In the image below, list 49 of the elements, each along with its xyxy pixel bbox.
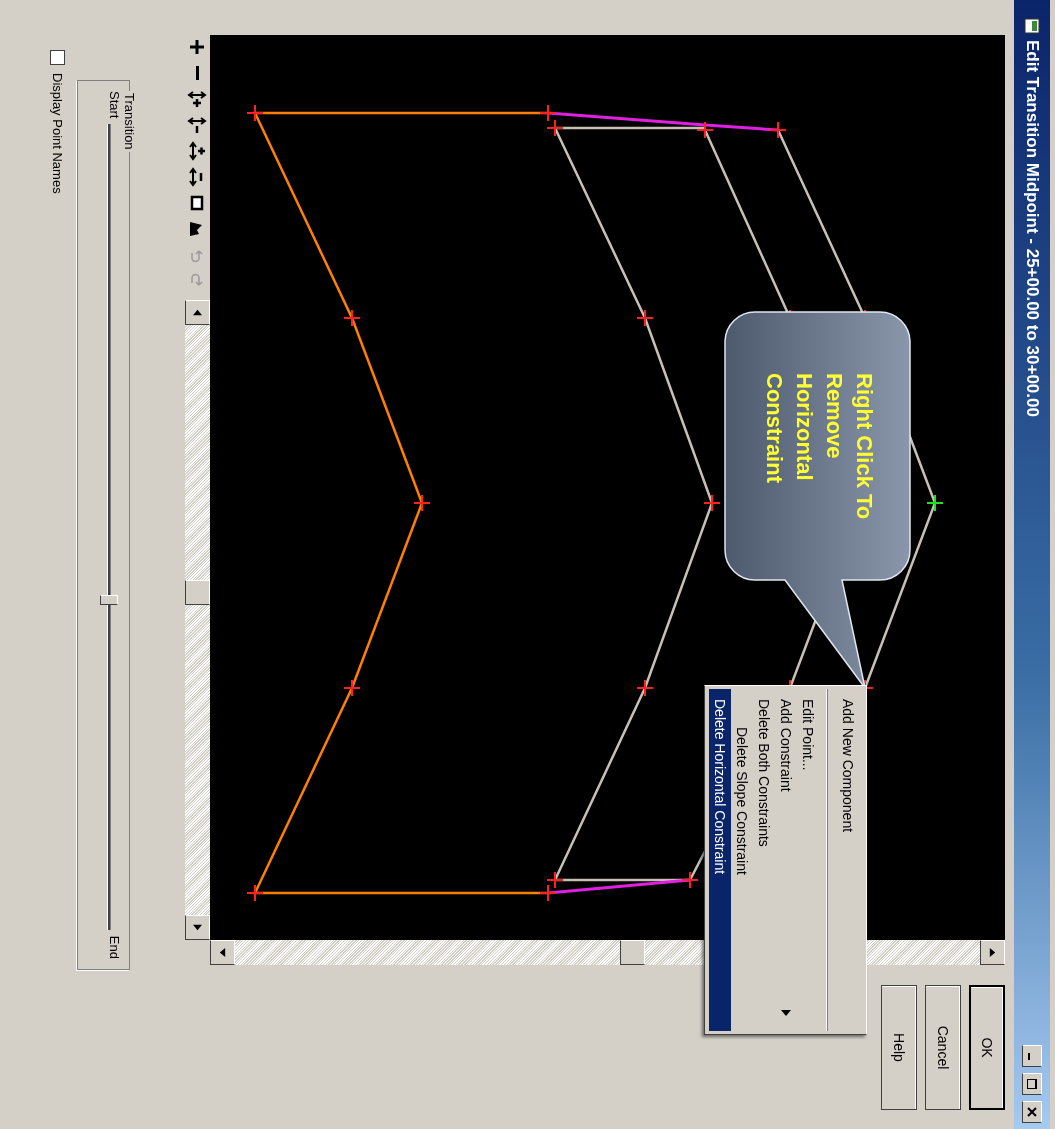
dialog-button[interactable]: Help: [881, 985, 917, 1110]
point-marker[interactable]: [246, 104, 264, 122]
callout-text: Right Click To Remove Horizontal Constraint: [761, 373, 878, 522]
window-icon: [1024, 18, 1040, 34]
menu-item[interactable]: Add New Component: [827, 689, 862, 1031]
dialog-button[interactable]: OK: [969, 985, 1005, 1110]
submenu-arrow-icon: [781, 1009, 791, 1017]
checkbox-label: Display Point Names: [50, 73, 65, 194]
scroll-up-button[interactable]: [980, 940, 1005, 965]
point-marker[interactable]: [343, 679, 361, 697]
scroll-down-button[interactable]: [210, 940, 235, 965]
menu-item[interactable]: Delete Horizontal Constraint: [709, 689, 731, 1031]
scroll-thumb[interactable]: [620, 940, 645, 965]
slider-thumb[interactable]: [100, 594, 118, 605]
menu-item[interactable]: Delete Both Constraints: [753, 689, 775, 1031]
group-legend: Transition: [122, 91, 137, 152]
minus-icon: [196, 66, 199, 80]
close-icon: [1027, 1107, 1037, 1117]
menu-item[interactable]: Delete Slope Constraint: [731, 689, 753, 1031]
point-marker[interactable]: [926, 494, 944, 512]
point-marker[interactable]: [636, 309, 654, 327]
minimize-button[interactable]: [1022, 1045, 1042, 1067]
point-marker[interactable]: [413, 494, 431, 512]
point-marker[interactable]: [343, 309, 361, 327]
dialog-button[interactable]: Cancel: [925, 985, 961, 1110]
scroll-thumb[interactable]: [185, 580, 210, 605]
point-marker[interactable]: [246, 884, 264, 902]
slider-end-label: End: [107, 935, 122, 959]
point-marker[interactable]: [636, 679, 654, 697]
horizontal-scrollbar[interactable]: [185, 300, 210, 940]
menu-item[interactable]: Add Constraint: [775, 689, 797, 1031]
point-marker[interactable]: [703, 494, 721, 512]
point-marker[interactable]: [696, 121, 714, 139]
maximize-icon: [1027, 1079, 1037, 1089]
close-button[interactable]: [1022, 1101, 1042, 1123]
slider-start-label: Start: [107, 91, 122, 119]
point-marker[interactable]: [546, 119, 564, 137]
menu-item[interactable]: Edit Point...: [797, 689, 819, 1031]
scroll-right-button[interactable]: [185, 915, 210, 940]
point-marker[interactable]: [546, 871, 564, 889]
scroll-left-button[interactable]: [185, 300, 210, 325]
point-marker[interactable]: [539, 884, 557, 902]
point-marker[interactable]: [769, 121, 787, 139]
checkbox[interactable]: [50, 50, 65, 65]
point-marker[interactable]: [681, 871, 699, 889]
point-marker[interactable]: [539, 104, 557, 122]
maximize-button[interactable]: [1022, 1073, 1042, 1095]
minimize-icon: [1028, 1052, 1030, 1060]
window-title: Edit Transition Midpoint - 25+00.00 to 30+00.00: [1022, 40, 1042, 419]
